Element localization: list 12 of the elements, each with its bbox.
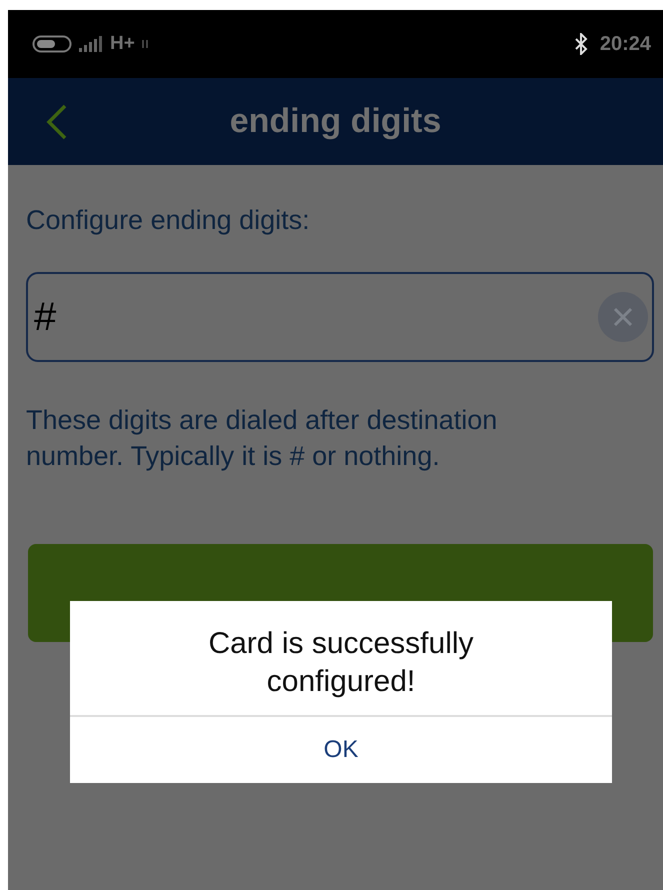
dialog-message: Card is successfully configured! <box>207 626 475 700</box>
screen-title: ending digits <box>230 102 442 141</box>
digits-input-field[interactable]: # <box>26 272 654 362</box>
help-text: These digits are dialed after destination number. Typically it is # or nothing. <box>26 404 498 473</box>
clear-icon[interactable] <box>598 292 648 342</box>
back-icon[interactable] <box>46 104 68 140</box>
toggle-icon <box>32 34 72 54</box>
field-label: Configure ending digits: <box>26 205 311 236</box>
network-type: H+ <box>110 33 135 55</box>
clock: 20:24 <box>600 32 651 56</box>
signal-icon <box>78 35 104 53</box>
bluetooth-icon <box>574 33 588 55</box>
